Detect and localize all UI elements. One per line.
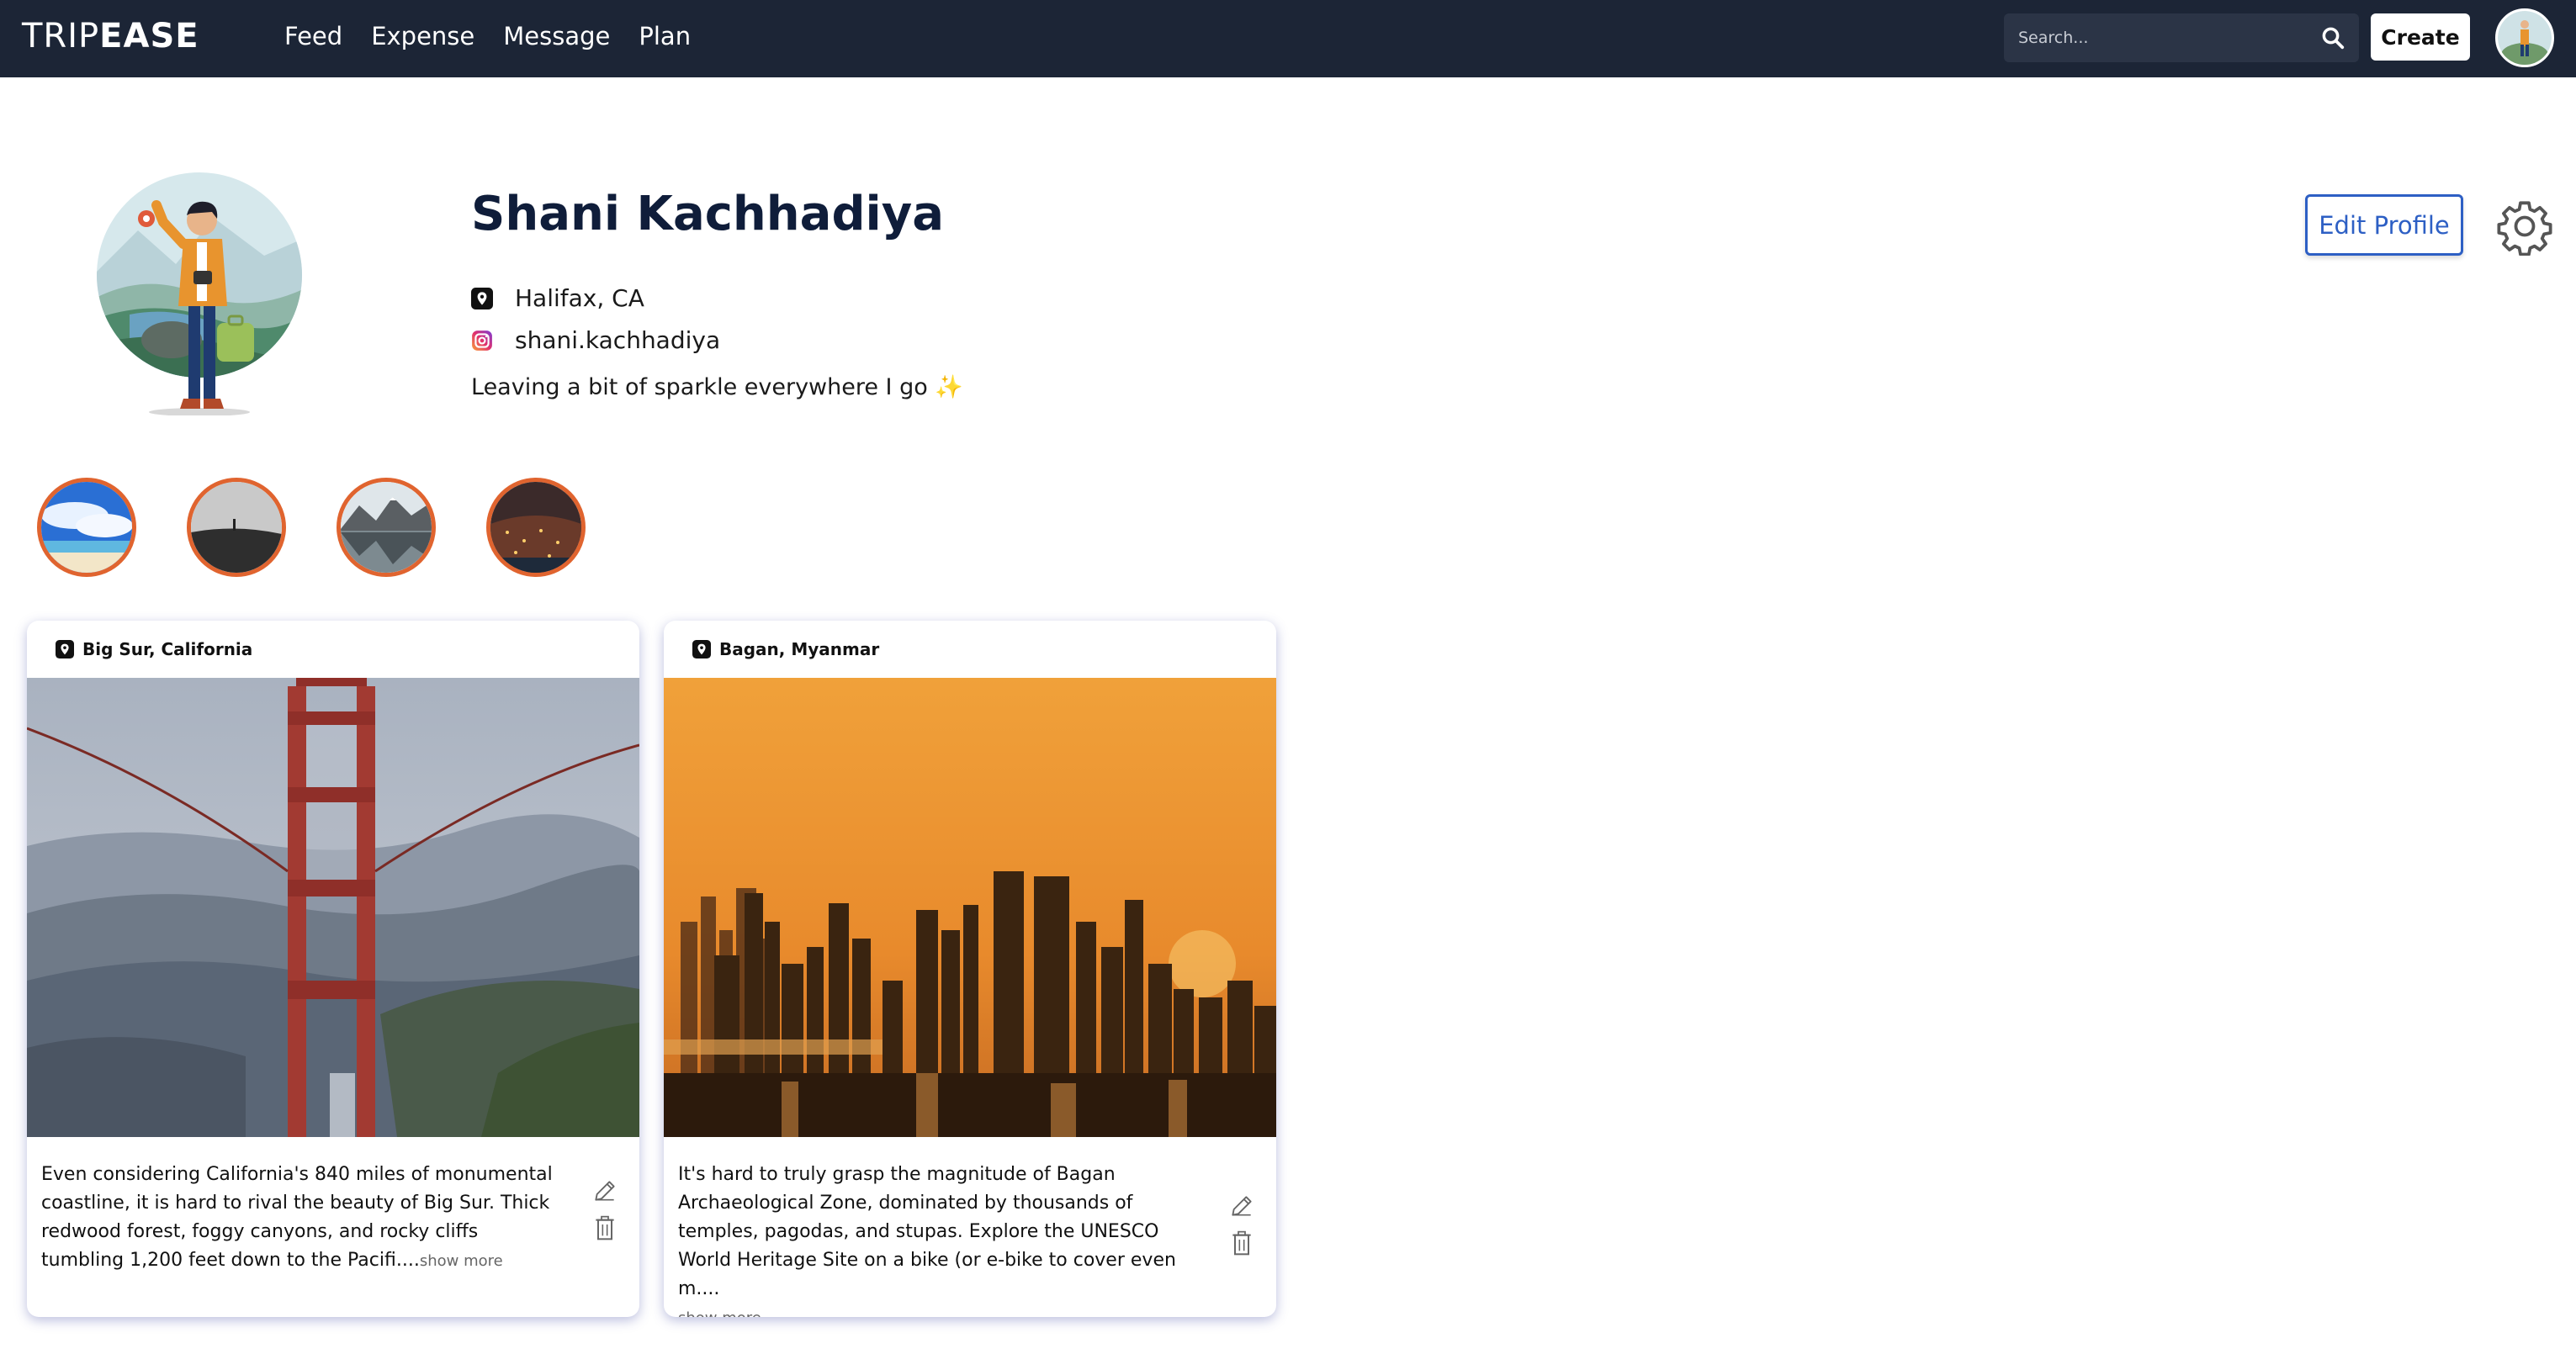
story-highlight-lake[interactable]	[337, 478, 436, 577]
story-highlight-city[interactable]	[486, 478, 586, 577]
profile-bio: Leaving a bit of sparkle everywhere I go…	[471, 374, 963, 400]
story-highlight-hill[interactable]	[187, 478, 286, 577]
trash-icon[interactable]	[593, 1214, 617, 1241]
post-location: Big Sur, California	[56, 639, 252, 659]
nav-link-expense[interactable]: Expense	[371, 22, 474, 50]
post-image[interactable]	[27, 678, 639, 1137]
show-more-link[interactable]: show more	[678, 1309, 761, 1317]
instagram-icon	[472, 330, 492, 351]
location-pin-icon	[471, 287, 493, 309]
user-avatar[interactable]	[2495, 8, 2554, 67]
pencil-icon[interactable]	[591, 1177, 618, 1204]
post-caption: Even considering California's 840 miles …	[41, 1161, 563, 1276]
profile-location: Halifax, CA	[515, 284, 644, 312]
pencil-icon[interactable]	[1228, 1193, 1255, 1219]
post-card: Big Sur, California Even considering Cal…	[27, 621, 639, 1317]
profile-name: Shani Kachhadiya	[471, 187, 945, 241]
instagram-row: shani.kachhadiya	[471, 326, 720, 354]
top-navbar: TRIPEASE Feed Expense Message Plan Creat…	[0, 0, 2576, 77]
location-pin-icon	[692, 640, 711, 658]
post-location-label: Bagan, Myanmar	[719, 639, 880, 659]
nav-link-plan[interactable]: Plan	[639, 22, 691, 50]
profile-avatar	[96, 172, 303, 416]
post-caption-text: It's hard to truly grasp the magnitude o…	[678, 1164, 1176, 1299]
search-input[interactable]	[2004, 29, 2307, 47]
profile-instagram[interactable]: shani.kachhadiya	[515, 326, 720, 354]
location-row: Halifax, CA	[471, 284, 644, 312]
trash-icon[interactable]	[1230, 1230, 1254, 1256]
post-image[interactable]	[664, 678, 1276, 1137]
search-box	[2004, 13, 2359, 62]
edit-profile-button[interactable]: Edit Profile	[2305, 194, 2463, 256]
location-pin-icon	[56, 640, 74, 658]
search-icon[interactable]	[2320, 25, 2345, 50]
post-location: Bagan, Myanmar	[692, 639, 879, 659]
gear-icon[interactable]	[2495, 197, 2554, 256]
story-highlight-beach[interactable]	[37, 478, 136, 577]
nav-links: Feed Expense Message Plan	[284, 22, 691, 50]
nav-link-message[interactable]: Message	[503, 22, 610, 50]
create-button[interactable]: Create	[2371, 13, 2470, 61]
post-location-label: Big Sur, California	[82, 639, 253, 659]
nav-link-feed[interactable]: Feed	[284, 22, 342, 50]
post-caption: It's hard to truly grasp the magnitude o…	[678, 1161, 1200, 1317]
post-card: Bagan, Myanmar It's hard to truly grasp …	[664, 621, 1276, 1317]
app-logo[interactable]: TRIPEASE	[22, 17, 199, 56]
show-more-link[interactable]: show more	[420, 1252, 503, 1270]
